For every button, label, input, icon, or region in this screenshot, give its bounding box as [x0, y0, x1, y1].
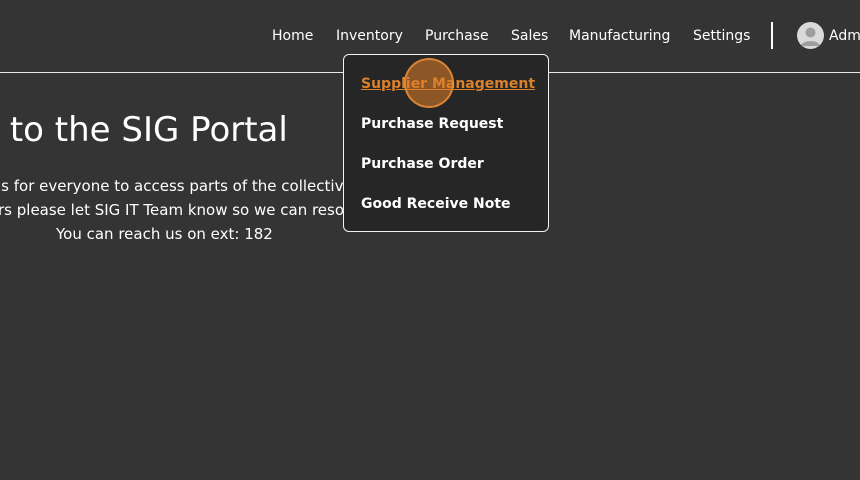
welcome-title: me to the SIG Portal: [0, 110, 288, 150]
menu-item-good-receive-note[interactable]: Good Receive Note: [361, 194, 511, 214]
page: Home Inventory Purchase Sales Manufactur…: [0, 0, 860, 480]
menu-item-supplier-management[interactable]: Supplier Management: [361, 74, 535, 94]
nav-item-inventory[interactable]: Inventory: [336, 26, 403, 46]
nav-item-settings[interactable]: Settings: [693, 26, 750, 46]
nav-item-purchase[interactable]: Purchase: [425, 26, 489, 46]
welcome-text-line-3: You can reach us on ext: 182: [56, 225, 273, 243]
welcome-text-line-2: rs please let SIG IT Team know so we can…: [0, 201, 349, 219]
nav-item-manufacturing[interactable]: Manufacturing: [569, 26, 670, 46]
user-avatar-icon[interactable]: [797, 22, 824, 49]
nav-item-sales[interactable]: Sales: [511, 26, 548, 46]
menu-item-purchase-request[interactable]: Purchase Request: [361, 114, 503, 134]
menu-item-purchase-order[interactable]: Purchase Order: [361, 154, 484, 174]
nav-item-home[interactable]: Home: [272, 26, 313, 46]
user-name[interactable]: Adm: [829, 26, 860, 46]
nav-divider: [771, 22, 773, 49]
welcome-text-line-1: is for everyone to access parts of the c…: [0, 177, 353, 195]
purchase-dropdown-menu: Supplier Management Purchase Request Pur…: [343, 54, 549, 232]
